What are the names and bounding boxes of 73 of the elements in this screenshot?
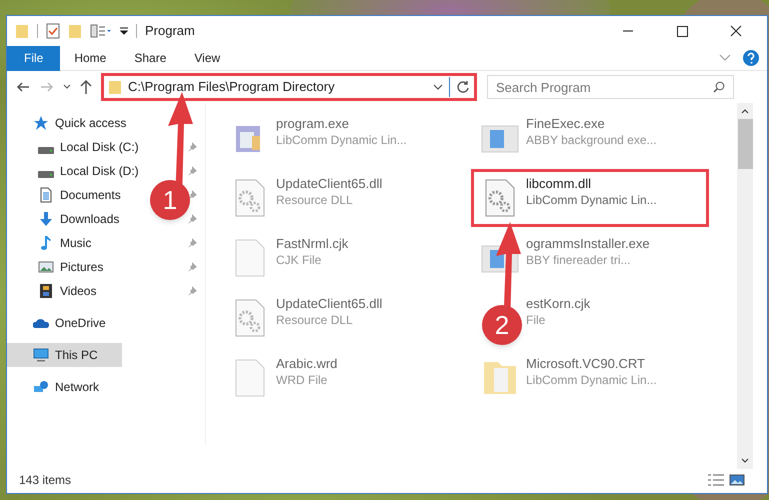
file-name: ogrammsInstaller.exe [526, 236, 650, 252]
refresh-icon[interactable] [456, 80, 470, 94]
file-type: Resource DLL [276, 192, 354, 208]
nav-item[interactable]: Pictures [7, 255, 110, 279]
file-type: File [526, 312, 546, 328]
ribbon-tab[interactable]: View [180, 46, 234, 70]
file-name: FastNrml.cjk [276, 236, 348, 252]
file-name: libcomm.dll [526, 176, 592, 192]
pictures-icon [38, 259, 54, 275]
address-path: C:\Program Files\Program Directory [128, 78, 336, 96]
nav-item[interactable]: Network [7, 375, 106, 399]
file-name: FineExec.exe [526, 116, 606, 132]
item-count: 143 items [19, 472, 72, 489]
drive-icon [38, 170, 54, 178]
file-name: UpdateClient65.dll [276, 176, 382, 192]
nav-item[interactable]: Videos [7, 279, 102, 303]
music-note-icon [38, 235, 54, 251]
dropdown-icon[interactable] [63, 84, 71, 90]
file-name: estKorn.cjk [526, 296, 590, 312]
chevron-icon[interactable] [719, 54, 731, 62]
details-view-icon[interactable] [707, 473, 725, 487]
file-type: WRD File [276, 372, 328, 388]
search-icon [713, 81, 725, 93]
window-title: Program [145, 22, 196, 40]
pin-icon[interactable] [187, 214, 197, 224]
film-icon [38, 283, 54, 299]
ribbon-tab[interactable]: Home [60, 46, 120, 70]
caret-icon[interactable] [120, 27, 128, 35]
nav-item[interactable]: This PC [7, 343, 122, 367]
file-name: Arabic.wrd [276, 356, 338, 372]
ribbon-tab[interactable]: Share [120, 46, 180, 70]
computer-icon [33, 347, 49, 363]
file-name: program.exe [276, 116, 350, 132]
scroll-thumb[interactable] [738, 119, 752, 169]
file-type: LibComm Dynamic Lin... [526, 192, 657, 208]
thumbnail-view-icon[interactable] [729, 473, 745, 487]
pin-icon[interactable] [187, 190, 197, 200]
nav-item[interactable]: Documents [7, 183, 127, 207]
address-bar[interactable]: C:\Program Files\Program Directory [101, 73, 477, 101]
file-type: LibComm Dynamic Lin... [526, 372, 657, 388]
file-type: LibComm Dynamic Lin... [276, 132, 407, 148]
file-type: CJK File [276, 252, 322, 268]
pin-icon[interactable] [187, 286, 197, 296]
nav-item[interactable]: Music [7, 231, 98, 255]
file-type: ABBY background exe... [526, 132, 657, 148]
dropdown-icon[interactable] [433, 84, 443, 90]
nav-item[interactable]: OneDrive [7, 311, 112, 335]
pin-icon[interactable] [187, 238, 197, 248]
nav-item[interactable]: Local Disk (D:) [7, 159, 145, 183]
help-icon[interactable] [743, 50, 759, 66]
pin-icon[interactable] [187, 262, 197, 272]
up-arrow-icon[interactable] [79, 79, 93, 95]
file-type: BBY finereader tri... [526, 252, 632, 268]
ribbon-tab[interactable]: File [7, 46, 60, 70]
properties-icon[interactable] [46, 23, 60, 39]
scrollbar[interactable] [737, 103, 753, 469]
file-name: UpdateClient65.dll [276, 296, 382, 312]
nav-item[interactable]: Local Disk (C:) [7, 135, 145, 159]
search-field[interactable]: Search Program [487, 75, 734, 99]
drive-icon [38, 146, 54, 154]
nav-item[interactable]: Downloads [7, 207, 126, 231]
nav-item[interactable]: Quick access [7, 111, 132, 135]
download-arrow-icon [38, 211, 54, 227]
file-type: Resource DLL [276, 312, 354, 328]
star-icon [33, 115, 49, 131]
list-view-icon[interactable] [90, 24, 112, 38]
folder-icon [108, 79, 122, 95]
file-name: Microsoft.VC90.CRT [526, 356, 646, 372]
highlighted-file-item[interactable]: libcomm.dll LibComm Dynamic Lin... [471, 169, 709, 227]
pin-icon[interactable] [187, 166, 197, 176]
document-icon [38, 187, 54, 203]
pin-icon[interactable] [187, 142, 197, 152]
network-icon [33, 379, 49, 395]
